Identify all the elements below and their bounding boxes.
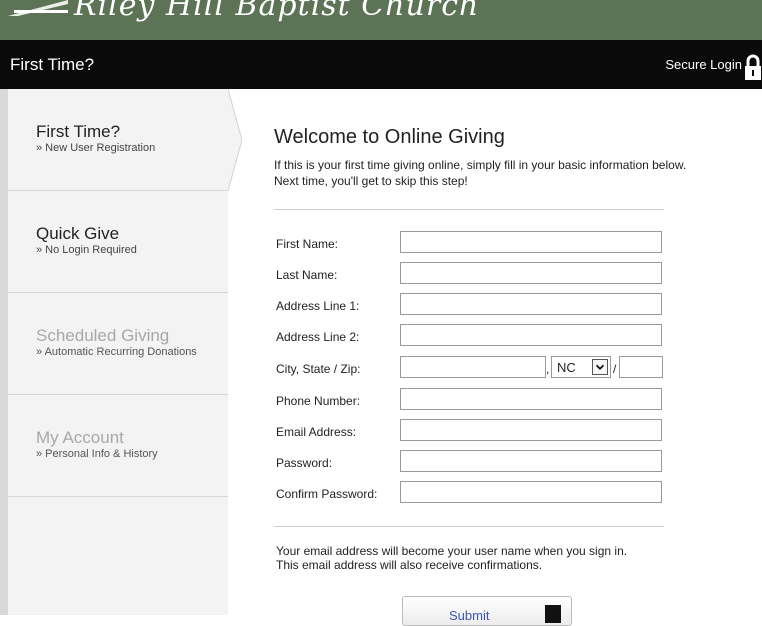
password-label: Password: (276, 456, 333, 470)
welcome-heading: Welcome to Online Giving (274, 126, 505, 148)
notice-line-1: Your email address will become your user… (276, 544, 628, 558)
sidebar-item-subtitle: » Automatic Recurring Donations (36, 346, 197, 358)
submit-button[interactable]: Submit (402, 596, 572, 626)
confirm-password-label: Confirm Password: (276, 487, 378, 501)
sidebar-item-label: Scheduled Giving (36, 326, 170, 345)
zip-input[interactable] (619, 356, 663, 378)
sidebar: First Time? » New User Registration Quic… (0, 89, 228, 615)
chevron-down-icon (592, 359, 608, 375)
lock-icon[interactable] (744, 52, 762, 82)
sidebar-item-my-account[interactable]: My Account » Personal Info & History (8, 395, 228, 497)
sidebar-item-subtitle: » New User Registration (36, 142, 156, 154)
submit-button-label: Submit (449, 608, 490, 623)
lock-icon (545, 605, 561, 623)
sidebar-item-label: My Account (36, 428, 124, 447)
last-name-input[interactable] (400, 262, 662, 284)
phone-number-label: Phone Number: (276, 394, 361, 408)
bottom-divider (274, 526, 664, 527)
sidebar-item-subtitle: » Personal Info & History (36, 448, 158, 460)
church-logo-icon (8, 0, 68, 16)
email-address-label: Email Address: (276, 425, 357, 439)
top-divider (274, 209, 664, 210)
secure-login-link[interactable]: Secure Login (665, 57, 742, 72)
confirm-password-input[interactable] (400, 481, 662, 503)
notice-line-2: This email address will also receive con… (276, 558, 543, 572)
phone-number-input[interactable] (400, 388, 662, 410)
page-title: First Time? (10, 55, 95, 74)
comma-separator: , (546, 362, 550, 376)
church-banner: Riley Hill Baptist Church (0, 0, 762, 40)
first-name-input[interactable] (400, 231, 662, 253)
address-line-1-input[interactable] (400, 293, 662, 315)
sidebar-item-subtitle: » No Login Required (36, 244, 137, 256)
sidebar-item-label: First Time? (36, 122, 121, 141)
address-line-2-input[interactable] (400, 324, 662, 346)
intro-text: If this is your first time giving online… (274, 157, 734, 189)
address-line-1-label: Address Line 1: (276, 299, 360, 313)
city-input[interactable] (400, 356, 546, 378)
city-state-zip-label: City, State / Zip: (276, 362, 361, 376)
active-item-arrow (228, 89, 242, 191)
page-header: First Time? Secure Login (0, 40, 762, 89)
sidebar-item-first-time[interactable]: First Time? » New User Registration (8, 89, 228, 191)
state-select[interactable]: NC (551, 356, 611, 378)
intro-line-2: Next time, you'll get to skip this step! (274, 174, 468, 188)
email-address-input[interactable] (400, 419, 662, 441)
first-name-label: First Name: (276, 237, 339, 251)
sidebar-item-quick-give[interactable]: Quick Give » No Login Required (8, 191, 228, 293)
state-select-value: NC (557, 360, 576, 375)
last-name-label: Last Name: (276, 268, 338, 282)
sidebar-item-label: Quick Give (36, 224, 120, 243)
intro-line-1: If this is your first time giving online… (274, 158, 687, 172)
slash-separator: / (613, 362, 617, 376)
sidebar-item-scheduled-giving[interactable]: Scheduled Giving » Automatic Recurring D… (8, 293, 228, 395)
email-notice: Your email address will become your user… (276, 544, 736, 572)
church-name: Riley Hill Baptist Church (74, 0, 480, 23)
password-input[interactable] (400, 450, 662, 472)
address-line-2-label: Address Line 2: (276, 330, 360, 344)
